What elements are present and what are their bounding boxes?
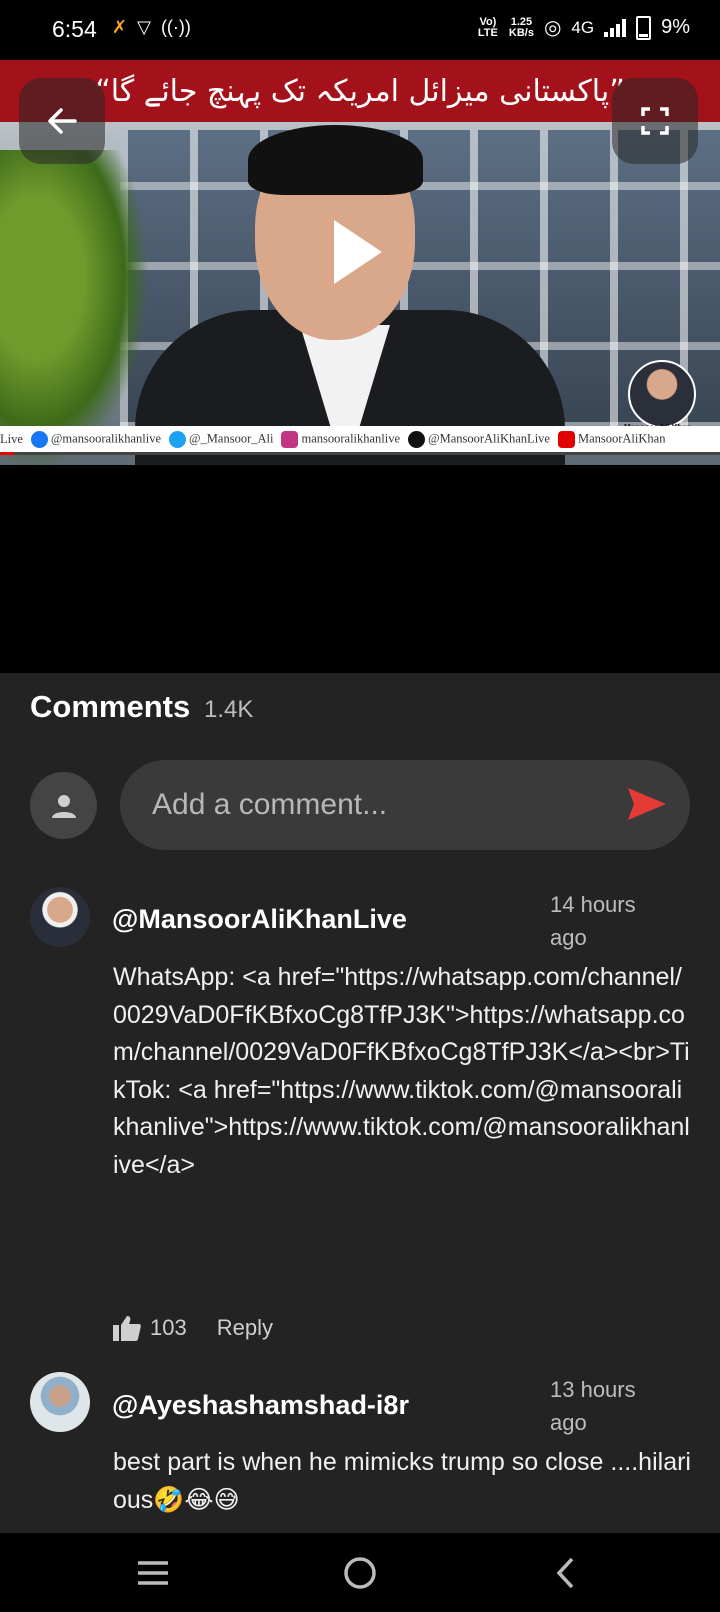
home-button[interactable] <box>310 1533 410 1612</box>
comment-time: 13 hours ago <box>550 1377 636 1435</box>
send-icon[interactable] <box>626 786 668 822</box>
chevron-left-icon <box>556 1557 574 1588</box>
data-speed: 1.25 KB/s <box>508 15 534 39</box>
volte-icon: Vo) LTE <box>477 15 498 39</box>
back-nav-button[interactable] <box>516 1533 616 1612</box>
like-count: 103 <box>150 1315 187 1340</box>
home-circle-icon <box>344 1556 376 1589</box>
comment-author-avatar[interactable] <box>30 887 90 947</box>
arrow-left-icon <box>48 108 77 134</box>
video-player[interactable]: ”پاکستانی میزائل امریکہ تک پہنچ جائے گا“… <box>0 60 720 465</box>
current-user-avatar <box>30 772 97 839</box>
fullscreen-button[interactable] <box>612 78 698 164</box>
user-icon <box>51 794 76 818</box>
add-comment-box[interactable] <box>120 760 690 850</box>
signal-icon <box>604 18 627 37</box>
thumbs-up-icon[interactable] <box>112 1314 142 1342</box>
comment-author[interactable]: @Ayeshashamshad-i8r <box>112 1390 409 1421</box>
video-letterbox <box>0 465 720 673</box>
video-progress-bar[interactable] <box>0 452 720 455</box>
comments-title: Comments <box>30 689 191 724</box>
comment-author[interactable]: @MansoorAliKhanLive <box>112 904 407 935</box>
youtube-icon <box>557 430 575 448</box>
comments-count: 1.4K <box>204 696 254 723</box>
battery-icon <box>636 15 652 40</box>
comment-author-avatar[interactable] <box>30 1372 90 1432</box>
recents-button[interactable] <box>103 1533 203 1612</box>
back-button[interactable] <box>19 78 105 164</box>
status-bar: 6:54 ✗ ▽ ((·)) Vo) LTE 1.25 KB/s ◎ 4G 9% <box>0 0 720 60</box>
battery-level: 9% <box>661 16 690 38</box>
facebook-icon <box>30 430 48 448</box>
instagram-icon <box>281 430 299 448</box>
status-time: 6:54 <box>52 16 97 42</box>
network-type: 4G <box>571 17 595 37</box>
wifi-icon: ◎ <box>543 17 562 39</box>
reply-button[interactable]: Reply <box>217 1315 273 1341</box>
vpn-icon: ▽ <box>137 17 151 37</box>
channel-watermark-avatar <box>628 360 696 428</box>
play-icon[interactable] <box>334 220 382 284</box>
plant-decoration <box>0 150 150 465</box>
hotspot-icon: ((·)) <box>160 17 191 37</box>
twitter-icon <box>169 430 187 448</box>
system-nav-bar <box>0 1533 720 1612</box>
comment-text: best part is when he mimicks trump so cl… <box>113 1448 691 1514</box>
social-ticker: Live @mansooralikhanlive @_Mansoor_Ali m… <box>0 426 720 452</box>
comment-time: 14 hours ago <box>550 892 636 950</box>
comment-text: WhatsApp: <a href="https://whatsapp.com/… <box>113 963 690 1179</box>
comment-actions: 103 Reply <box>112 1314 273 1342</box>
fullscreen-icon <box>641 107 669 135</box>
tiktok-icon <box>408 430 426 448</box>
menu-icon <box>138 1560 168 1585</box>
app-notification-icon: ✗ <box>112 17 128 37</box>
comment-input[interactable] <box>150 784 594 826</box>
video-progress-fill <box>0 452 15 455</box>
